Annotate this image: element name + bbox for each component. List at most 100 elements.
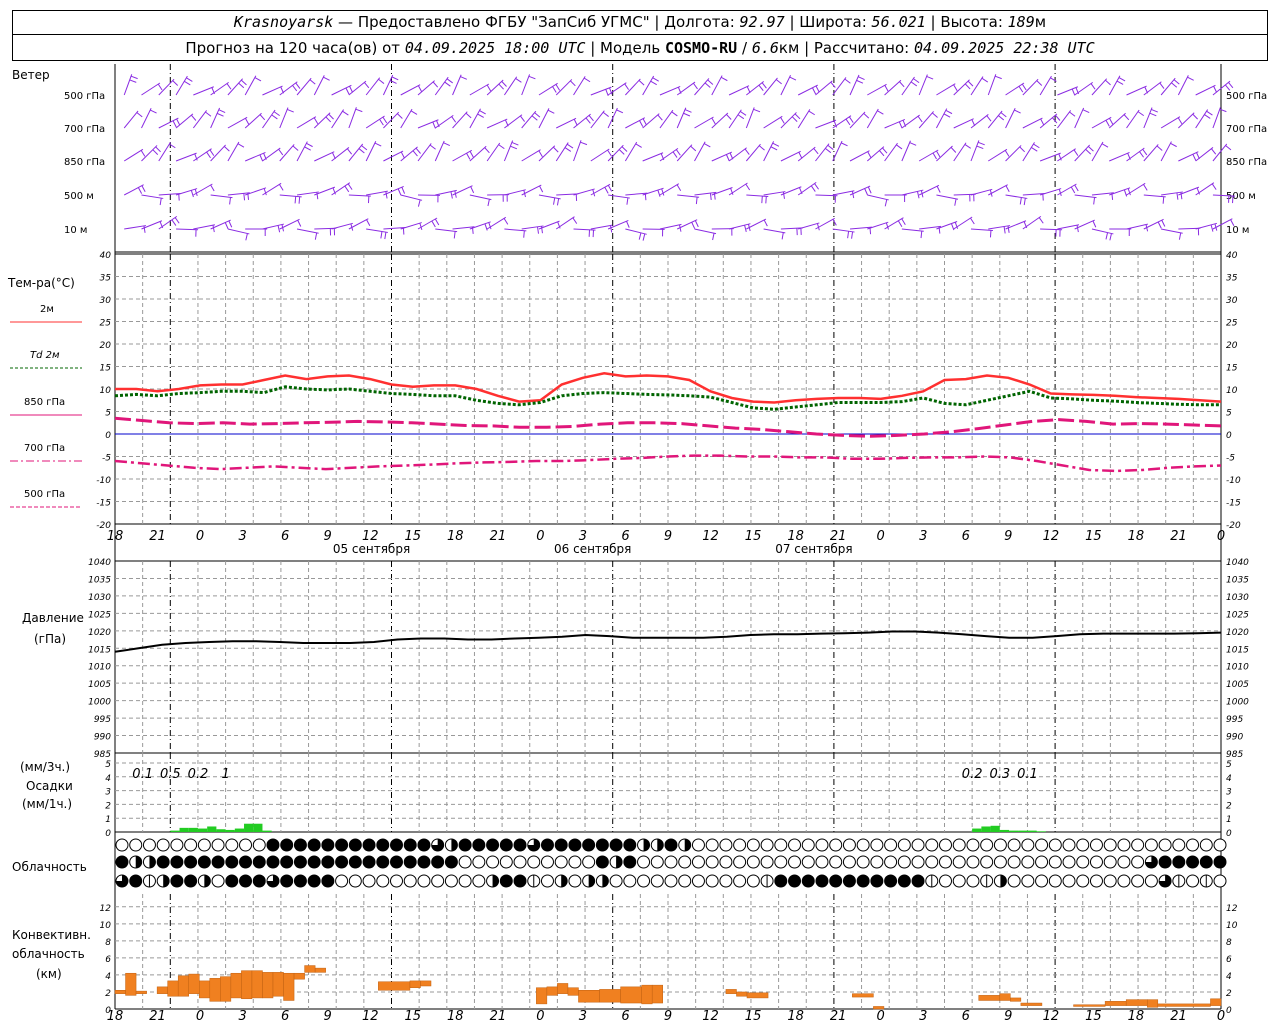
wind-barb-feather — [1085, 148, 1092, 155]
wind-barb-feather — [1224, 84, 1231, 91]
cloud-symbol — [1103, 855, 1117, 869]
cloud-symbol — [678, 874, 692, 888]
wind-barb — [434, 140, 451, 162]
cloud-fill — [212, 856, 225, 868]
cloud-symbol — [376, 838, 390, 852]
temp-ytick-right: 35 — [1226, 274, 1238, 284]
wind-barb — [521, 149, 543, 162]
wind-barb — [953, 216, 975, 230]
wind-barb — [141, 220, 164, 230]
wind-barb-shaft — [711, 112, 729, 129]
wind-barb-feather — [385, 191, 388, 199]
wind-barb — [331, 182, 353, 196]
wind-barb — [936, 145, 957, 162]
wind-barb-shaft — [1005, 194, 1028, 199]
cloud-symbol — [842, 874, 856, 888]
conv-xtick: 18 — [447, 1009, 464, 1024]
wind-barb-feather — [897, 220, 903, 228]
wind-barb-feather — [140, 150, 146, 157]
cloud-symbol — [1158, 874, 1172, 888]
wind-barb — [538, 194, 561, 206]
cloud-symbol — [842, 855, 856, 869]
conv-ytick-left: 8 — [105, 938, 111, 948]
cloud-circle — [966, 838, 980, 852]
wind-barb — [331, 147, 353, 162]
cloud-fill — [417, 856, 430, 868]
wind-barb-shaft — [1108, 75, 1121, 96]
cloud-fill — [335, 839, 348, 851]
cloud-circle — [197, 838, 211, 852]
wind-barb-shaft — [245, 187, 267, 196]
cloud-circle — [733, 838, 747, 852]
cloud-symbol — [170, 838, 184, 852]
wind-barb-shaft — [607, 144, 624, 162]
wind-barb — [936, 83, 958, 96]
wind-barb-feather — [355, 108, 363, 113]
wind-barb-feather — [707, 79, 714, 85]
wind-barb-feather — [744, 225, 747, 233]
wind-barb — [625, 117, 647, 129]
cloud-circle — [513, 855, 527, 869]
wind-barb — [210, 81, 232, 96]
cloud-symbol — [170, 855, 184, 869]
cloud-symbol — [952, 838, 966, 852]
wind-barb-shaft — [936, 145, 953, 162]
pressure-ytick-right: 1025 — [1226, 610, 1249, 620]
cloud-circle — [1062, 855, 1076, 869]
cloud-symbol — [911, 838, 925, 852]
wind-barb — [901, 228, 924, 239]
wind-barb-feather — [553, 197, 556, 205]
temp-ytick-right: 20 — [1226, 341, 1238, 351]
wind-barb-shaft — [1091, 78, 1108, 96]
wind-barb-feather — [444, 81, 451, 87]
cloud-symbol — [980, 855, 994, 869]
wind-barb-shaft — [1057, 86, 1078, 96]
wind-barb-feather — [580, 141, 588, 146]
cloud-symbol — [829, 874, 843, 888]
wind-barb — [797, 146, 819, 162]
wind-barb — [918, 111, 938, 129]
cloud-symbol — [266, 855, 280, 869]
wind-barb-feather — [347, 183, 353, 190]
cloud-symbol — [1021, 874, 1035, 888]
cloud-circle — [1007, 838, 1021, 852]
wind-barb-shaft — [815, 119, 837, 129]
cloud-symbol — [1172, 855, 1186, 869]
conv-title-1: Конвективн. — [12, 928, 91, 942]
convective-bar — [999, 993, 1011, 1001]
wind-barb-feather — [342, 110, 349, 116]
wind-barb — [123, 110, 143, 129]
cloud-symbol — [376, 874, 390, 888]
wind-barb-feather — [328, 113, 334, 120]
conv-xtick: 21 — [149, 1009, 166, 1024]
wind-barb-feather — [813, 148, 819, 155]
wind-barb — [141, 145, 161, 162]
pressure-ytick-right: 1000 — [1226, 698, 1249, 708]
cloud-fill — [308, 839, 321, 851]
wind-barb-feather — [1162, 196, 1165, 204]
cloud-circle — [897, 838, 911, 852]
temp-legend-label: Td 2м — [30, 350, 60, 361]
wind-barb — [694, 141, 711, 162]
wind-barb — [746, 194, 769, 204]
temp-ytick-left: -10 — [96, 476, 111, 486]
cloud-symbol — [1089, 855, 1103, 869]
wind-barb — [331, 109, 349, 129]
wind-barb — [884, 194, 907, 202]
wind-barb — [711, 151, 734, 162]
wind-barb-feather — [212, 225, 215, 233]
precip-ytick-left: 1 — [105, 815, 111, 825]
precip-bar — [197, 828, 208, 832]
wind-barb-feather — [672, 151, 678, 158]
cloud-symbol — [939, 855, 952, 869]
cloud-fill — [445, 856, 458, 868]
cloud-fill — [308, 856, 321, 868]
wind-barb — [1161, 191, 1183, 200]
cloud-symbol — [513, 855, 527, 869]
cloud-fill — [1172, 856, 1185, 868]
wind-barb-shaft — [953, 118, 974, 129]
wind-barb-feather — [364, 82, 370, 89]
cloud-symbol — [431, 874, 445, 888]
cloud-symbol — [115, 855, 129, 869]
cloud-symbol — [705, 874, 719, 888]
